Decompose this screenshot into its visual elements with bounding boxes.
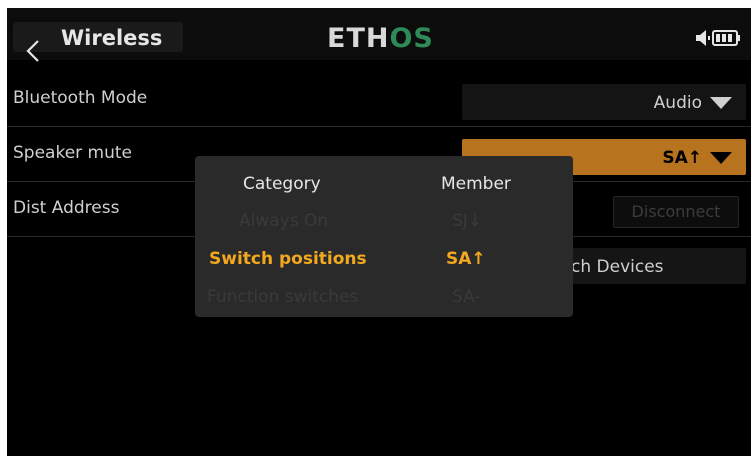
category-header: Category <box>243 174 321 194</box>
page-title: Wireless <box>61 26 163 50</box>
speaker-mute-value: SA↑ <box>662 148 702 168</box>
row-bluetooth-mode: Bluetooth Mode Audio <box>7 72 751 127</box>
switch-picker-popup: Category Member Always On Switch positio… <box>195 156 573 317</box>
search-devices-label: ch Devices <box>571 257 664 277</box>
logo-main: ETH <box>327 23 390 54</box>
category-item[interactable]: Function switches <box>207 287 358 307</box>
category-item-selected[interactable]: Switch positions <box>209 249 367 269</box>
member-item[interactable]: SA- <box>452 287 481 307</box>
disconnect-button[interactable]: Disconnect <box>613 196 739 228</box>
ethos-logo: ETHOS <box>327 24 434 54</box>
logo-accent: OS <box>389 23 434 54</box>
chevron-left-icon <box>26 40 39 62</box>
bluetooth-mode-select[interactable]: Audio <box>462 84 746 120</box>
category-item[interactable]: Always On <box>239 211 328 231</box>
radio-screen: Wireless ETHOS Bluetooth Mode Audio Spea… <box>7 8 751 456</box>
battery-icon <box>712 30 740 46</box>
dropdown-arrow-icon <box>710 97 732 109</box>
speaker-mute-label: Speaker mute <box>13 143 133 163</box>
member-header: Member <box>441 174 511 194</box>
bluetooth-mode-label: Bluetooth Mode <box>13 88 148 108</box>
bluetooth-mode-value: Audio <box>653 93 702 113</box>
header-bar: Wireless ETHOS <box>7 8 751 62</box>
speaker-icon <box>696 30 710 46</box>
status-icons <box>696 30 740 46</box>
dropdown-arrow-icon <box>710 152 732 164</box>
member-item[interactable]: SJ↓ <box>452 211 482 231</box>
member-item-selected[interactable]: SA↑ <box>446 249 486 269</box>
dist-address-label: Dist Address <box>13 198 120 218</box>
